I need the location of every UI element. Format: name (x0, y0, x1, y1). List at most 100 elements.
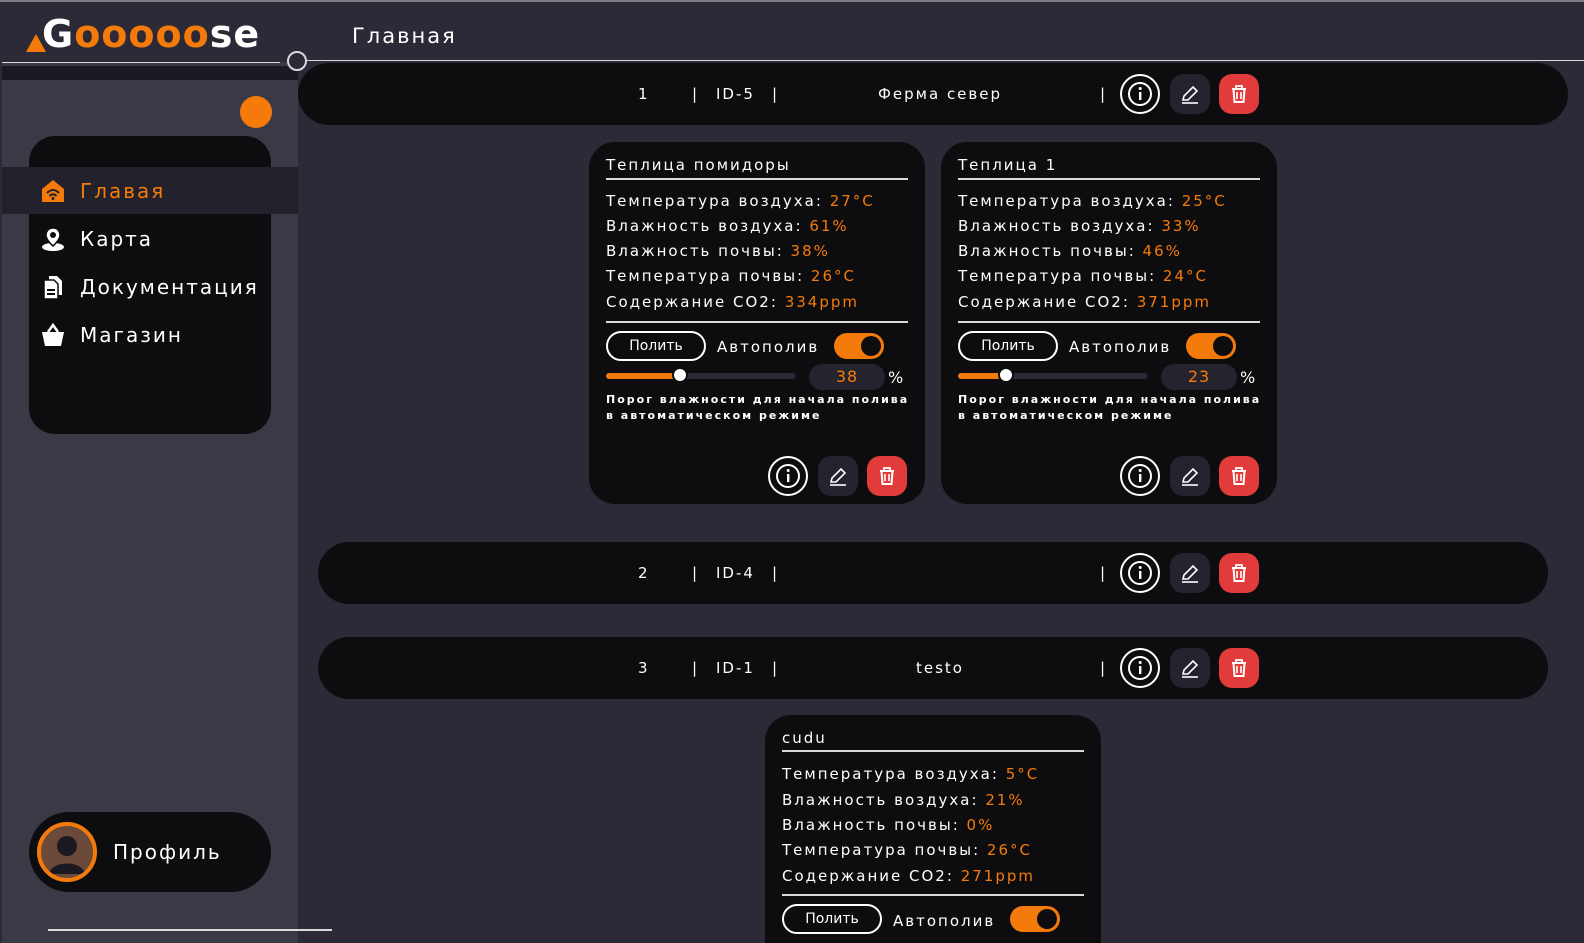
greenhouse-edit-button[interactable] (818, 456, 858, 496)
greenhouse-info-button[interactable] (1120, 456, 1160, 496)
farm-number: 3 (638, 659, 650, 677)
metric-soil-humidity: Влажность почвы: 38% (606, 242, 830, 260)
farm-delete-button[interactable] (1219, 648, 1259, 688)
logo-area: Gooooose (2, 2, 298, 62)
slider-thumb[interactable] (672, 367, 688, 383)
threshold-input[interactable]: 38 (809, 364, 885, 390)
farm-info-button[interactable] (1120, 553, 1160, 593)
farm-info-button[interactable] (1120, 648, 1160, 688)
trash-icon (1232, 659, 1246, 677)
info-icon (1128, 561, 1152, 585)
greenhouse-card: cudu Температура воздуха: 5°C Влажность … (765, 715, 1101, 943)
farm-number: 2 (638, 564, 650, 582)
card-divider (958, 178, 1260, 180)
metric-air-humidity: Влажность воздуха: 21% (782, 791, 1025, 809)
farm-edit-button[interactable] (1170, 648, 1210, 688)
sidebar-item-label: Магазин (80, 322, 183, 347)
metric-co2: Содержание CO2: 371ppm (958, 293, 1211, 311)
farm-edit-button[interactable] (1170, 74, 1210, 114)
logo-divider (2, 62, 280, 63)
farm-id: ID-5 (716, 85, 755, 103)
pencil-icon (1181, 564, 1199, 583)
autowater-label: Автополив (893, 912, 996, 930)
metric-air-humidity: Влажность воздуха: 33% (958, 217, 1201, 235)
greenhouse-info-button[interactable] (768, 456, 808, 496)
slider-fill (606, 373, 680, 379)
home-wifi-icon (40, 178, 66, 204)
greenhouse-title: Теплица помидоры (606, 156, 791, 174)
avatar (37, 822, 97, 882)
toggle-knob (1037, 909, 1057, 929)
sidebar-collapse-toggle[interactable] (287, 51, 307, 71)
farm-separator: | (1100, 85, 1108, 103)
water-button[interactable]: Полить (606, 331, 706, 361)
greenhouse-edit-button[interactable] (1170, 456, 1210, 496)
sidebar-item-docs[interactable]: Документация (2, 263, 298, 310)
greenhouse-title: Теплица 1 (958, 156, 1058, 174)
profile-label: Профиль (113, 840, 222, 864)
card-divider (606, 321, 908, 323)
slider-thumb[interactable] (998, 367, 1014, 383)
water-button[interactable]: Полить (782, 904, 882, 934)
sidebar-strip (2, 66, 298, 80)
metric-air-humidity: Влажность воздуха: 61% (606, 217, 849, 235)
farm-separator: | (772, 85, 780, 103)
metric-soil-humidity: Влажность почвы: 0% (782, 816, 995, 834)
farm-edit-button[interactable] (1170, 553, 1210, 593)
greenhouse-delete-button[interactable] (867, 456, 907, 496)
farm-row[interactable]: 2 | ID-4 | | (318, 542, 1548, 604)
shopping-basket-icon (40, 322, 66, 348)
threshold-input[interactable]: 23 (1161, 364, 1237, 390)
sidebar-item-label: Главая (80, 178, 166, 203)
water-button[interactable]: Полить (958, 331, 1058, 361)
farm-info-button[interactable] (1120, 74, 1160, 114)
sidebar-item-map[interactable]: Карта (2, 215, 298, 262)
metric-air-temp: Температура воздуха: 27°C (606, 192, 875, 210)
sidebar: Gooooose Главая Карта Документация Магаз… (2, 2, 298, 943)
farm-id: ID-1 (716, 659, 755, 677)
farm-separator: | (1100, 564, 1108, 582)
sidebar-item-home[interactable]: Главая (2, 167, 298, 214)
metric-soil-temp: Температура почвы: 26°C (606, 267, 856, 285)
farm-separator: | (692, 659, 700, 677)
toggle-knob (1213, 336, 1233, 356)
farm-number: 1 (638, 85, 650, 103)
greenhouse-delete-button[interactable] (1219, 456, 1259, 496)
farm-separator: | (772, 659, 780, 677)
metric-co2: Содержание CO2: 334ppm (606, 293, 859, 311)
metric-co2: Содержание CO2: 271ppm (782, 867, 1035, 885)
farm-id: ID-4 (716, 564, 755, 582)
trash-icon (1232, 467, 1246, 485)
greenhouse-card: Теплица 1 Температура воздуха: 25°C Влаж… (941, 142, 1277, 504)
info-icon (1128, 464, 1152, 488)
logo-wordmark: Gooooose (42, 12, 261, 56)
app-logo[interactable]: Gooooose (26, 10, 260, 58)
humidity-threshold-slider[interactable] (958, 367, 1148, 383)
autowater-toggle[interactable] (834, 333, 884, 359)
sidebar-item-shop[interactable]: Магазин (2, 311, 298, 358)
farm-separator: | (692, 564, 700, 582)
metric-air-temp: Температура воздуха: 25°C (958, 192, 1227, 210)
pencil-icon (1181, 467, 1199, 486)
farm-delete-button[interactable] (1219, 553, 1259, 593)
user-silhouette-icon (49, 836, 85, 874)
autowater-label: Автополив (717, 338, 820, 356)
humidity-threshold-slider[interactable] (606, 367, 796, 383)
percent-unit: % (888, 368, 904, 387)
trash-icon (880, 467, 894, 485)
trash-icon (1232, 85, 1246, 103)
pencil-icon (829, 467, 847, 486)
autowater-label: Автополив (1069, 338, 1172, 356)
autowater-toggle[interactable] (1186, 333, 1236, 359)
farm-row[interactable]: 3 | ID-1 | testo | (318, 637, 1548, 699)
sidebar-item-label: Карта (80, 226, 154, 251)
info-icon (1128, 656, 1152, 680)
profile-button[interactable]: Профиль (29, 812, 271, 892)
farm-delete-button[interactable] (1219, 74, 1259, 114)
farm-row[interactable]: 1 | ID-5 | Ферма север | (298, 63, 1568, 125)
header-divider (306, 60, 1584, 61)
toggle-knob (861, 336, 881, 356)
autowater-toggle[interactable] (1010, 906, 1060, 932)
card-divider (782, 894, 1084, 896)
notification-dot[interactable] (240, 96, 272, 128)
